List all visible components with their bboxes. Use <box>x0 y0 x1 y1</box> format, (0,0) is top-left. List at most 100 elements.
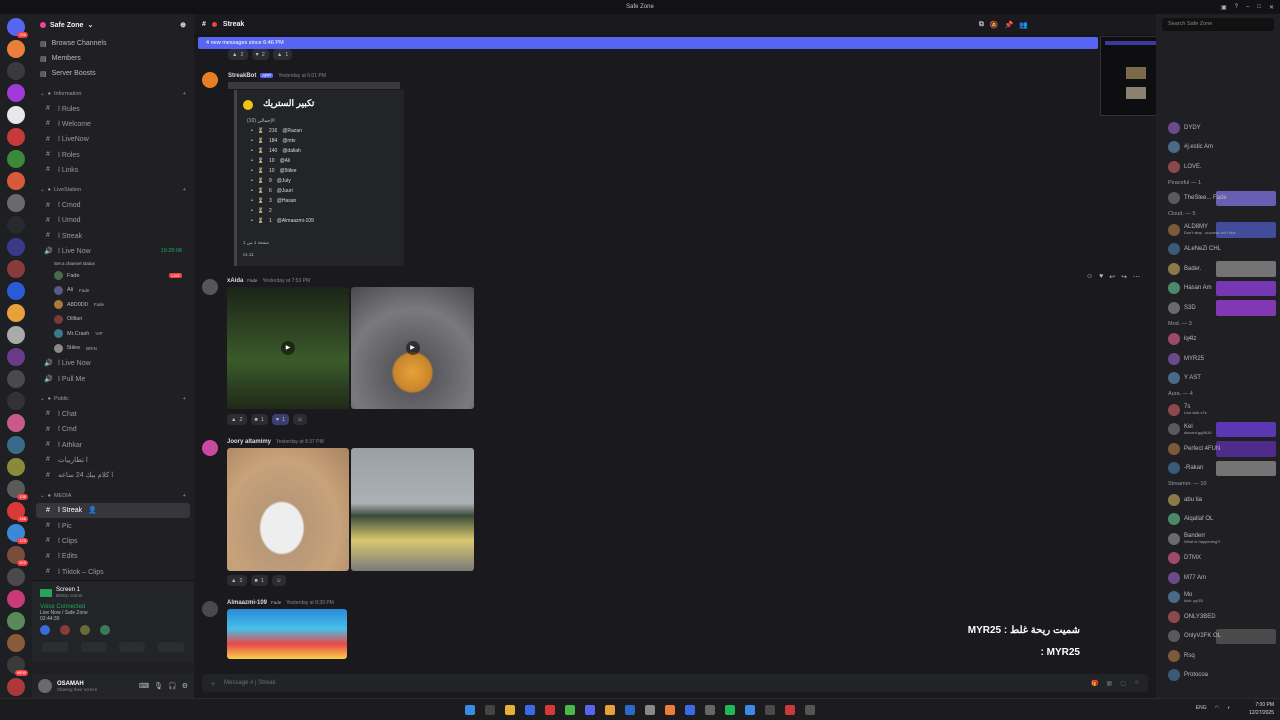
app-icon[interactable] <box>785 704 795 715</box>
app-icon[interactable] <box>665 704 675 715</box>
server-icon[interactable] <box>7 238 25 256</box>
app-icon[interactable] <box>545 704 555 715</box>
play-icon[interactable]: ▶ <box>405 341 420 355</box>
message-author[interactable]: StreakBot <box>228 73 256 79</box>
channel-status[interactable]: Set a channel status <box>32 259 194 269</box>
member-item[interactable]: ONLY3BED <box>1156 607 1280 627</box>
server-icon[interactable] <box>7 458 25 476</box>
notification-icon[interactable]: 🔕 <box>990 21 999 29</box>
close-icon[interactable]: ✕ <box>1269 4 1274 11</box>
channel-item[interactable]: # ا Athkar <box>36 437 190 452</box>
member-item[interactable]: TheSlee... Fade <box>1156 189 1280 209</box>
add-attachment-icon[interactable]: ＋ <box>210 679 216 688</box>
member-item[interactable]: #j.estic Am <box>1156 138 1280 158</box>
image-attachment[interactable] <box>351 448 474 571</box>
steam-icon[interactable] <box>625 704 635 715</box>
member-item[interactable]: Alqallaf OL <box>1156 510 1280 530</box>
member-list-icon[interactable]: 👥 <box>1019 21 1028 29</box>
voice-user[interactable]: Oillian <box>32 312 194 327</box>
server-icon[interactable] <box>7 282 25 300</box>
server-icon[interactable]: 186 <box>7 502 28 522</box>
category-header[interactable]: ⌄ ● MEDIA + <box>32 489 194 503</box>
member-item[interactable]: -Rakan <box>1156 459 1280 479</box>
voice-channel[interactable]: 🔊 ا Live Now <box>36 356 190 371</box>
voice-user[interactable]: Fade LIVE <box>32 269 194 284</box>
server-icon[interactable] <box>7 260 25 278</box>
avatar[interactable] <box>38 679 52 693</box>
gamepad-icon[interactable]: ⌨ <box>139 682 149 690</box>
app-icon[interactable] <box>685 704 695 715</box>
voice-user[interactable]: 5tilee BRIN <box>32 341 194 356</box>
channel-item[interactable]: # ا Links <box>36 162 190 177</box>
soundboard-icon[interactable] <box>60 625 70 635</box>
invite-icon[interactable]: ⊕ <box>180 21 186 29</box>
app-icon[interactable] <box>765 704 775 715</box>
inbox-icon[interactable]: ▣ <box>1221 4 1227 11</box>
mic-icon[interactable]: 🎙 <box>154 682 163 690</box>
category-header[interactable]: ⌄ ● LiveStation + <box>32 183 194 197</box>
server-icon[interactable]: 125 <box>7 524 28 544</box>
server-icon[interactable]: 236 <box>7 18 28 38</box>
voice-channel[interactable]: 🔊 ا Pull Me <box>36 371 190 386</box>
channel-item[interactable]: # ا Umod <box>36 213 190 228</box>
app-icon[interactable] <box>645 704 655 715</box>
reaction[interactable]: ▲ 2 <box>228 49 248 60</box>
member-item[interactable]: Y AST <box>1156 369 1280 389</box>
server-icon[interactable] <box>7 678 25 696</box>
gift-icon[interactable] <box>100 625 110 635</box>
server-icon[interactable] <box>7 392 25 410</box>
add-channel-icon[interactable]: + <box>183 396 186 402</box>
tray-lang[interactable]: ENG <box>1196 705 1207 711</box>
server-icon[interactable] <box>7 40 25 58</box>
volume-icon[interactable]: ◖ <box>1227 705 1230 711</box>
member-item[interactable]: OnlyV2FK OL <box>1156 627 1280 647</box>
reaction[interactable]: ■ 1 <box>250 414 268 425</box>
server-icon[interactable]: NEW <box>7 656 28 676</box>
reaction[interactable]: ▲ 1 <box>272 49 293 60</box>
channel-item[interactable]: # ا Streak <box>36 228 190 243</box>
server-icon[interactable] <box>7 348 25 366</box>
channel-item[interactable]: # ا LiveNow <box>36 132 190 147</box>
add-reaction-button[interactable]: ☺ <box>293 414 307 425</box>
maximize-icon[interactable]: □ <box>1257 4 1261 10</box>
member-item[interactable]: DYDY <box>1156 118 1280 138</box>
member-item[interactable]: LOVE. <box>1156 157 1280 177</box>
server-icon[interactable] <box>7 194 25 212</box>
voice-user[interactable]: Ali Fade <box>32 283 194 298</box>
avatar[interactable] <box>202 601 218 617</box>
video-attachment[interactable]: ▶ <box>351 287 474 409</box>
member-item[interactable]: abu tia <box>1156 490 1280 510</box>
member-item[interactable]: Perfect 4FUN <box>1156 439 1280 459</box>
server-icon[interactable] <box>7 568 25 586</box>
channel-item[interactable]: # ا Clips <box>36 533 190 548</box>
emoji-icon[interactable]: ☺ <box>1134 680 1140 686</box>
member-item[interactable]: Hasan Am <box>1156 279 1280 299</box>
app-icon[interactable] <box>705 704 715 715</box>
camera-button[interactable] <box>42 642 69 652</box>
member-item[interactable]: Protocoa <box>1156 666 1280 686</box>
app-icon[interactable] <box>745 704 755 715</box>
channel-item[interactable]: # ا تطارييات <box>36 452 190 467</box>
minimize-icon[interactable]: – <box>1246 4 1249 10</box>
server-icon[interactable] <box>7 84 25 102</box>
channel-item[interactable]: # ا Tiktok – Clips <box>36 564 190 579</box>
server-icon[interactable] <box>7 612 25 630</box>
server-icon[interactable] <box>7 106 25 124</box>
server-icon[interactable] <box>7 150 25 168</box>
channel-item[interactable]: # ا Rules <box>36 101 190 116</box>
member-item[interactable]: ALeNeZi CHL <box>1156 240 1280 260</box>
avatar[interactable] <box>202 72 218 88</box>
add-reaction-button[interactable]: ☺ <box>271 575 286 586</box>
sticker-icon[interactable]: ▢ <box>1120 680 1126 687</box>
react-icon[interactable]: ☺ <box>1086 273 1093 281</box>
channel-item[interactable]: # ا Chat <box>36 406 190 421</box>
reply-icon[interactable]: ↩ <box>1109 273 1115 281</box>
voice-channel[interactable]: 🔊 ا Live Now 19:28:08 <box>36 243 190 258</box>
app-icon[interactable] <box>605 704 615 715</box>
reaction[interactable]: ▲ 2 <box>227 414 247 425</box>
server-icon[interactable]: 505 <box>7 546 28 566</box>
message-author[interactable]: Almaazmi-109 <box>227 600 267 606</box>
gif-icon[interactable]: ▦ <box>1107 680 1113 687</box>
channel-item[interactable]: # ا Pic <box>36 518 190 533</box>
server-icon[interactable] <box>7 304 25 322</box>
